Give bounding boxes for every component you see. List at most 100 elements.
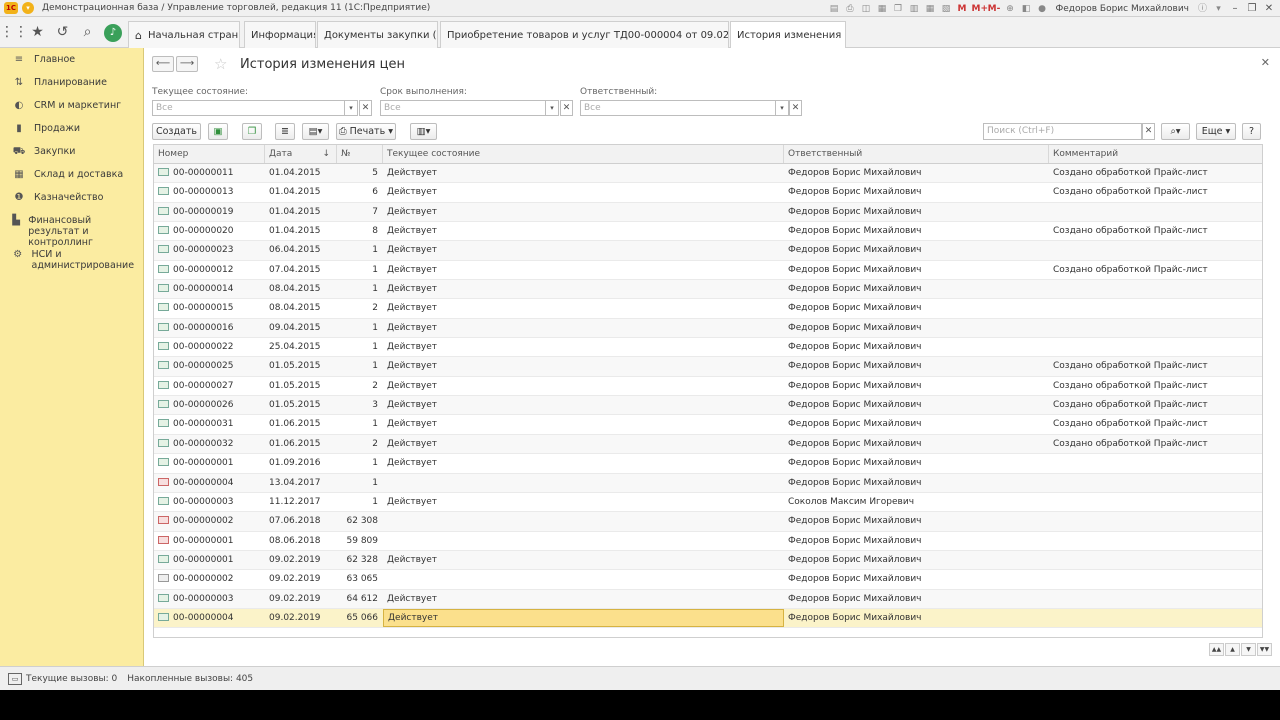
table-row[interactable]: 00-00000023 06.04.2015 1 Действует Федоров Б…: [154, 241, 1262, 261]
clear-icon[interactable]: ✕: [560, 100, 573, 116]
cell-no[interactable]: 2: [337, 435, 383, 453]
cell-responsible[interactable]: Федоров Борис Михайлович: [784, 415, 1049, 433]
cell-responsible[interactable]: Федоров Борис Михайлович: [784, 164, 1049, 182]
cell-number[interactable]: 00-00000023: [154, 241, 265, 259]
scroll-down-icon[interactable]: ▼: [1241, 643, 1256, 656]
table-row[interactable]: 00-00000004 09.02.2019 65 066 Действует Федо…: [154, 608, 1262, 629]
cell-date[interactable]: 07.06.2018: [265, 512, 337, 530]
column-header[interactable]: Дата ↓: [265, 145, 337, 163]
cell-no[interactable]: 63 065: [337, 570, 383, 588]
cell-state[interactable]: Действует: [383, 396, 784, 414]
cell-state[interactable]: Действует: [383, 261, 784, 279]
cell-date[interactable]: 08.04.2015: [265, 280, 337, 298]
sidebar-item-warehouse[interactable]: ▦ Склад и доставка: [0, 163, 143, 186]
cell-date[interactable]: 09.02.2019: [265, 551, 337, 569]
cell-number[interactable]: 00-00000001: [154, 532, 265, 550]
cell-no[interactable]: 2: [337, 377, 383, 395]
save-icon[interactable]: ▦: [876, 3, 889, 15]
cell-number[interactable]: 00-00000014: [154, 280, 265, 298]
column-header[interactable]: Текущее состояние: [383, 145, 784, 163]
calendar-icon[interactable]: ▥: [908, 3, 921, 15]
cell-responsible[interactable]: Федоров Борис Михайлович: [784, 532, 1049, 550]
status-icon[interactable]: ▭: [8, 672, 22, 685]
apps-grid-icon[interactable]: ⋮⋮: [0, 17, 28, 48]
table-row[interactable]: 00-00000027 01.05.2015 2 Действует Федоров Б…: [154, 377, 1262, 397]
sidebar-item-crm[interactable]: ◐ CRM и маркетинг: [0, 94, 143, 117]
cell-date[interactable]: 01.04.2015: [265, 183, 337, 201]
close-form-icon[interactable]: ✕: [1261, 56, 1270, 69]
cell-number[interactable]: 00-00000001: [154, 454, 265, 472]
cell-state[interactable]: Действует: [383, 338, 784, 356]
search-button[interactable]: ⌕▾: [1161, 123, 1190, 140]
cell-comment[interactable]: [1049, 551, 1261, 569]
column-header[interactable]: Комментарий: [1049, 145, 1261, 163]
sidebar-item-sales[interactable]: ▮ Продажи: [0, 117, 143, 140]
cell-no[interactable]: 1: [337, 241, 383, 259]
cell-comment[interactable]: Создано обработкой Прайс-лист: [1049, 377, 1261, 395]
restore-icon[interactable]: ❐: [1245, 3, 1259, 15]
cell-number[interactable]: 00-00000020: [154, 222, 265, 240]
search-input[interactable]: Поиск (Ctrl+F): [983, 123, 1142, 140]
tab-price-history[interactable]: История изменения цен ✕: [730, 21, 846, 49]
cell-responsible[interactable]: Федоров Борис Михайлович: [784, 319, 1049, 337]
chevron-down-icon[interactable]: ▾: [546, 100, 559, 116]
cell-comment[interactable]: [1049, 280, 1261, 298]
column-header[interactable]: №: [337, 145, 383, 163]
cell-number[interactable]: 00-00000025: [154, 357, 265, 375]
cell-date[interactable]: 01.04.2015: [265, 203, 337, 221]
cell-state[interactable]: Действует: [383, 203, 784, 221]
cell-responsible[interactable]: Федоров Борис Михайлович: [784, 512, 1049, 530]
sidebar-item-admin[interactable]: ⚙ НСИ и администрирование: [0, 243, 143, 277]
cell-number[interactable]: 00-00000022: [154, 338, 265, 356]
cell-date[interactable]: 08.06.2018: [265, 532, 337, 550]
cell-date[interactable]: 11.12.2017: [265, 493, 337, 511]
cell-no[interactable]: 64 612: [337, 590, 383, 608]
cell-responsible[interactable]: Федоров Борис Михайлович: [784, 377, 1049, 395]
cell-number[interactable]: 00-00000013: [154, 183, 265, 201]
cell-comment[interactable]: [1049, 532, 1261, 550]
filter-deadline-input[interactable]: Все: [380, 100, 546, 116]
cell-date[interactable]: 01.05.2015: [265, 377, 337, 395]
link-icon[interactable]: ▤: [828, 3, 841, 15]
cell-state[interactable]: Действует: [383, 164, 784, 182]
clear-icon[interactable]: ✕: [789, 100, 802, 116]
cell-responsible[interactable]: Федоров Борис Михайлович: [784, 435, 1049, 453]
cell-comment[interactable]: [1049, 454, 1261, 472]
cell-number[interactable]: 00-00000026: [154, 396, 265, 414]
cell-comment[interactable]: Создано обработкой Прайс-лист: [1049, 261, 1261, 279]
tab-purchase-docs[interactable]: Документы закупки (все) ✕: [317, 21, 438, 48]
tab-acquisition-doc[interactable]: Приобретение товаров и услуг ТД00-000004…: [440, 21, 729, 48]
cell-state[interactable]: Действует: [383, 183, 784, 201]
cell-date[interactable]: 01.04.2015: [265, 164, 337, 182]
cell-date[interactable]: 06.04.2015: [265, 241, 337, 259]
cell-no[interactable]: 59 809: [337, 532, 383, 550]
sidebar-item-treasury[interactable]: ❶ Казначейство: [0, 186, 143, 209]
table-row[interactable]: 00-00000001 08.06.2018 59 809 Федоров Борис…: [154, 532, 1262, 551]
cell-date[interactable]: 01.06.2015: [265, 435, 337, 453]
table-row[interactable]: 00-00000002 07.06.2018 62 308 Федоров Борис…: [154, 512, 1262, 532]
table-row[interactable]: 00-00000014 08.04.2015 1 Действует Федоров Б…: [154, 280, 1262, 300]
favorites-star-icon[interactable]: ★: [25, 17, 50, 48]
cell-responsible[interactable]: Федоров Борис Михайлович: [784, 551, 1049, 569]
cell-date[interactable]: 01.05.2015: [265, 357, 337, 375]
tab-home[interactable]: ⌂ Начальная страница: [128, 21, 240, 48]
cell-comment[interactable]: [1049, 590, 1261, 608]
cell-comment[interactable]: [1049, 570, 1261, 588]
table-row[interactable]: 00-00000022 25.04.2015 1 Действует Федоров Б…: [154, 338, 1262, 358]
sidebar-item-purchases[interactable]: ⛟ Закупки: [0, 140, 143, 163]
create-button[interactable]: Создать: [152, 123, 201, 140]
cell-date[interactable]: 01.05.2015: [265, 396, 337, 414]
copy-icon[interactable]: ❐: [892, 3, 905, 15]
cell-no[interactable]: 62 328: [337, 551, 383, 569]
cell-comment[interactable]: Создано обработкой Прайс-лист: [1049, 435, 1261, 453]
cell-number[interactable]: 00-00000004: [154, 474, 265, 492]
filter-responsible-input[interactable]: Все: [580, 100, 776, 116]
cell-comment[interactable]: Создано обработкой Прайс-лист: [1049, 222, 1261, 240]
cell-number[interactable]: 00-00000003: [154, 590, 265, 608]
cell-state[interactable]: Действует: [383, 435, 784, 453]
favorite-star-icon[interactable]: ☆: [214, 55, 227, 73]
zoom-icon[interactable]: ⊕: [1004, 3, 1017, 15]
cell-state[interactable]: [383, 532, 784, 550]
reports-button[interactable]: ▥▾: [410, 123, 437, 140]
clear-search-icon[interactable]: ✕: [1142, 123, 1155, 140]
